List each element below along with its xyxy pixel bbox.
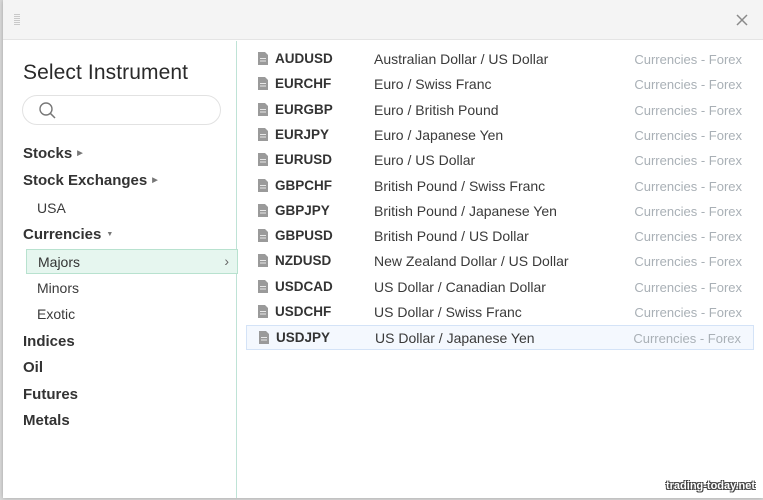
search-box[interactable] xyxy=(22,95,221,125)
instrument-symbol: EURJPY xyxy=(275,126,330,142)
dialog-titlebar[interactable] xyxy=(3,0,763,40)
category-futures[interactable]: Futures xyxy=(23,386,78,403)
document-icon xyxy=(258,305,268,318)
subcategory-minors[interactable]: Minors xyxy=(37,280,79,296)
instrument-description: British Pound / Japanese Yen xyxy=(374,202,557,219)
select-instrument-dialog: Select Instrument Stocks ▶ Stock Exchange… xyxy=(3,0,763,498)
instrument-symbol: USDCHF xyxy=(275,304,332,319)
search-icon xyxy=(39,102,56,119)
instrument-symbol: AUDUSD xyxy=(275,51,333,66)
instrument-row[interactable]: GBPUSD British Pound / US Dollar Currenc… xyxy=(246,224,754,249)
instrument-type: Currencies - Forex xyxy=(634,279,742,295)
instrument-description: New Zealand Dollar / US Dollar xyxy=(374,253,569,270)
instrument-row[interactable]: USDCHF US Dollar / Swiss Franc Currencie… xyxy=(246,300,754,325)
document-icon xyxy=(258,203,268,217)
instrument-row[interactable]: EURJPY Euro / Japanese Yen Currencies - … xyxy=(246,123,754,148)
instrument-type: Currencies - Forex xyxy=(633,331,741,347)
instrument-symbol: EURUSD xyxy=(275,152,333,168)
category-sidebar: Select Instrument Stocks ▶ Stock Exchange… xyxy=(3,41,238,498)
subcategory-label: Majors xyxy=(38,254,81,270)
instrument-type: Currencies - Forex xyxy=(634,305,742,320)
instrument-row[interactable]: GBPCHF British Pound / Swiss Franc Curre… xyxy=(246,174,754,199)
instrument-description: British Pound / Swiss Franc xyxy=(374,177,546,194)
instrument-row[interactable]: EURUSD Euro / US Dollar Currencies - For… xyxy=(246,148,754,173)
instrument-type: Currencies - Forex xyxy=(634,203,742,219)
document-icon xyxy=(258,127,268,141)
document-icon xyxy=(258,254,268,268)
instrument-symbol: GBPCHF xyxy=(275,177,332,193)
instrument-type: Currencies - Forex xyxy=(634,77,742,93)
instrument-type: Currencies - Forex xyxy=(634,127,742,143)
document-icon xyxy=(258,178,268,192)
instrument-description: Euro / British Pound xyxy=(374,101,499,118)
document-icon xyxy=(258,102,268,116)
instrument-description: Australian Dollar / US Dollar xyxy=(374,51,549,67)
instrument-description: British Pound / US Dollar xyxy=(374,228,529,245)
subcategory-usa[interactable]: USA xyxy=(37,200,66,216)
category-label: Stocks xyxy=(23,145,73,162)
subcategory-majors[interactable]: Majors › xyxy=(26,249,238,274)
document-icon xyxy=(259,331,269,345)
instrument-type: Currencies - Forex xyxy=(634,229,742,245)
subcategory-exotic[interactable]: Exotic xyxy=(37,306,75,322)
instrument-type: Currencies - Forex xyxy=(634,153,742,169)
close-button[interactable] xyxy=(733,11,751,29)
instrument-type: Currencies - Forex xyxy=(634,254,742,270)
instrument-symbol: EURGBP xyxy=(275,101,333,117)
collapse-arrow-icon: ▼ xyxy=(106,230,114,238)
instrument-description: Euro / Swiss Franc xyxy=(374,76,492,93)
document-icon xyxy=(258,279,268,293)
category-metals[interactable]: Metals xyxy=(23,412,70,429)
document-icon xyxy=(258,52,268,65)
instrument-description: Euro / US Dollar xyxy=(374,152,476,169)
category-label: Currencies xyxy=(23,226,102,243)
search-input[interactable] xyxy=(67,100,212,120)
instrument-row[interactable]: GBPJPY British Pound / Japanese Yen Curr… xyxy=(246,199,754,224)
instrument-description: US Dollar / Swiss Franc xyxy=(374,304,522,320)
category-stocks[interactable]: Stocks ▶ xyxy=(23,145,83,162)
category-oil[interactable]: Oil xyxy=(23,359,43,376)
watermark: trading-today.net xyxy=(665,480,755,492)
expand-arrow-icon: ▶ xyxy=(77,150,83,158)
instrument-row[interactable]: EURGBP Euro / British Pound Currencies -… xyxy=(246,98,754,123)
expand-arrow-icon: ▶ xyxy=(152,177,158,185)
instrument-description: US Dollar / Canadian Dollar xyxy=(374,278,546,295)
instrument-symbol: GBPUSD xyxy=(275,228,333,244)
instrument-row-selected[interactable]: USDJPY US Dollar / Japanese Yen Currenci… xyxy=(246,325,754,351)
instrument-symbol: GBPJPY xyxy=(275,202,330,218)
close-icon xyxy=(736,14,748,26)
category-currencies[interactable]: Currencies ▼ xyxy=(23,226,113,243)
instrument-description: US Dollar / Japanese Yen xyxy=(375,330,535,347)
document-icon xyxy=(258,153,268,167)
document-icon xyxy=(258,229,268,243)
category-stock-exchanges[interactable]: Stock Exchanges ▶ xyxy=(23,172,158,189)
instrument-symbol: EURCHF xyxy=(275,76,332,92)
instrument-description: Euro / Japanese Yen xyxy=(374,126,504,143)
instrument-symbol: USDJPY xyxy=(276,330,331,346)
instrument-symbol: USDCAD xyxy=(275,278,333,294)
instrument-type: Currencies - Forex xyxy=(634,178,742,194)
instrument-type: Currencies - Forex xyxy=(634,52,742,67)
document-icon xyxy=(258,77,268,91)
chevron-right-icon: › xyxy=(224,253,229,269)
drag-handle-icon[interactable] xyxy=(14,14,20,26)
dialog-title: Select Instrument xyxy=(23,61,189,84)
instrument-row[interactable]: AUDUSD Australian Dollar / US Dollar Cur… xyxy=(246,47,754,72)
instrument-row[interactable]: USDCAD US Dollar / Canadian Dollar Curre… xyxy=(246,275,754,300)
category-indices[interactable]: Indices xyxy=(23,333,75,350)
instrument-row[interactable]: NZDUSD New Zealand Dollar / US Dollar Cu… xyxy=(246,249,754,274)
instrument-type: Currencies - Forex xyxy=(634,102,742,118)
category-label: Stock Exchanges xyxy=(23,172,148,189)
instrument-symbol: NZDUSD xyxy=(275,253,332,269)
instrument-row[interactable]: EURCHF Euro / Swiss Franc Currencies - F… xyxy=(246,72,754,97)
